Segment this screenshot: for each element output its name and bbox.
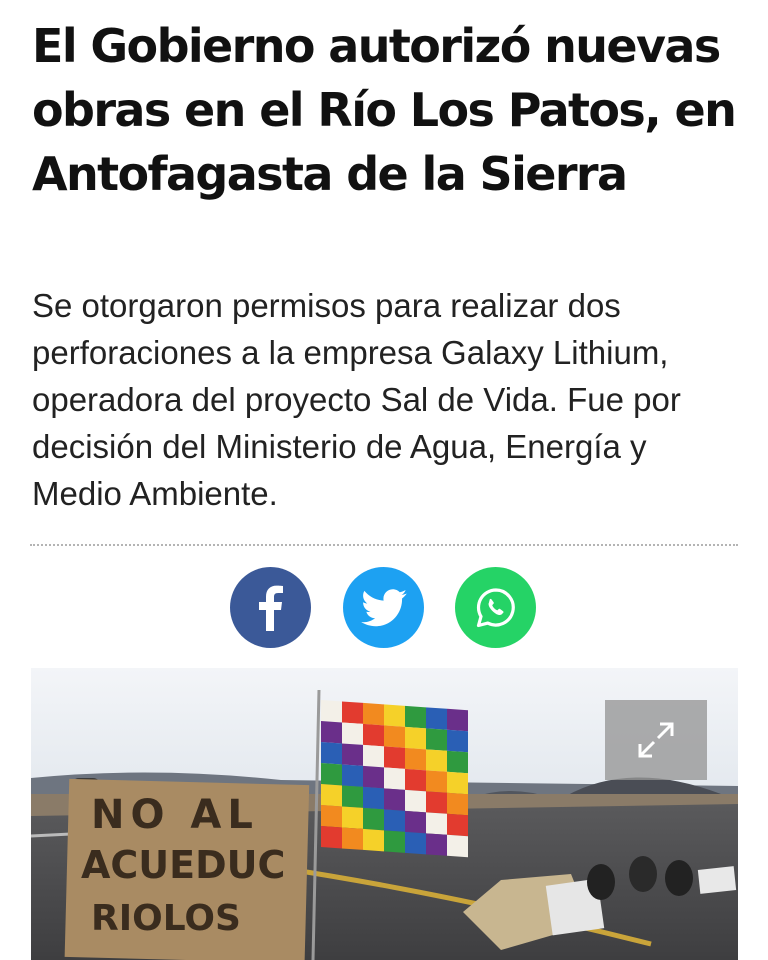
flag-cell: [405, 747, 426, 771]
flag-cell: [321, 763, 342, 786]
flag-cell: [405, 726, 426, 750]
flag-cell: [447, 834, 468, 858]
flag-cell: [342, 764, 363, 787]
flag-cell: [426, 749, 447, 772]
flag-cell: [342, 722, 363, 745]
flag-cell: [321, 742, 342, 765]
flag-cell: [384, 725, 405, 748]
flag-cell: [447, 729, 468, 753]
twitter-share-button[interactable]: [343, 567, 424, 648]
flag-cell: [405, 705, 426, 729]
svg-text:NO AL: NO AL: [91, 792, 259, 838]
flag-cell: [363, 765, 384, 789]
flag-cell: [447, 813, 468, 837]
flag-cell: [426, 833, 447, 856]
facebook-icon: [258, 585, 283, 631]
flag-cell: [342, 701, 363, 724]
flag-cell: [342, 827, 363, 850]
flag-cell: [342, 785, 363, 808]
flag-cell: [384, 746, 405, 769]
flag-cell: [384, 788, 405, 811]
flag-cell: [321, 700, 342, 723]
whatsapp-icon: [476, 587, 515, 627]
flag-cell: [384, 809, 405, 832]
flag-cell: [342, 743, 363, 766]
flag-cell: [342, 806, 363, 829]
facebook-share-button[interactable]: [230, 567, 311, 648]
flag-cell: [405, 768, 426, 792]
flag-cell: [321, 805, 342, 828]
flag-cell: [447, 771, 468, 795]
flag-cell: [426, 812, 447, 835]
flag-cell: [363, 828, 384, 852]
flag-cell: [363, 723, 384, 747]
flag-cell: [426, 770, 447, 793]
flag-cell: [447, 792, 468, 816]
svg-text:RIOLOS: RIOLOS: [91, 898, 241, 939]
flag-cell: [321, 784, 342, 807]
flag-cell: [426, 791, 447, 814]
flag-cell: [426, 728, 447, 751]
flag-cell: [447, 750, 468, 774]
expand-icon: [638, 722, 674, 758]
flag-cell: [447, 708, 468, 732]
flag-cell: [363, 807, 384, 831]
dotted-divider: [30, 544, 738, 546]
article-photo[interactable]: NO AL ACUEDUC RIOLOS: [31, 668, 738, 960]
flag-cell: [405, 789, 426, 813]
flag-cell: [426, 707, 447, 730]
twitter-bird-icon: [360, 588, 407, 626]
expand-photo-button[interactable]: [605, 700, 707, 780]
article-headline: El Gobierno autorizó nuevas obras en el …: [32, 19, 737, 201]
flag-cell: [321, 826, 342, 849]
flag-cell: [363, 702, 384, 726]
flag-cell: [384, 830, 405, 853]
whatsapp-share-button[interactable]: [455, 567, 536, 648]
flag-cell: [405, 831, 426, 855]
flag-cell: [405, 810, 426, 834]
article-subheadline: Se otorgaron permisos para realizar dos …: [32, 287, 681, 512]
flag-cell: [384, 704, 405, 727]
flag-cell: [363, 744, 384, 768]
flag-cell: [363, 786, 384, 810]
svg-text:ACUEDUC: ACUEDUC: [81, 843, 285, 887]
flag-cell: [384, 767, 405, 790]
flag-cell: [321, 721, 342, 744]
